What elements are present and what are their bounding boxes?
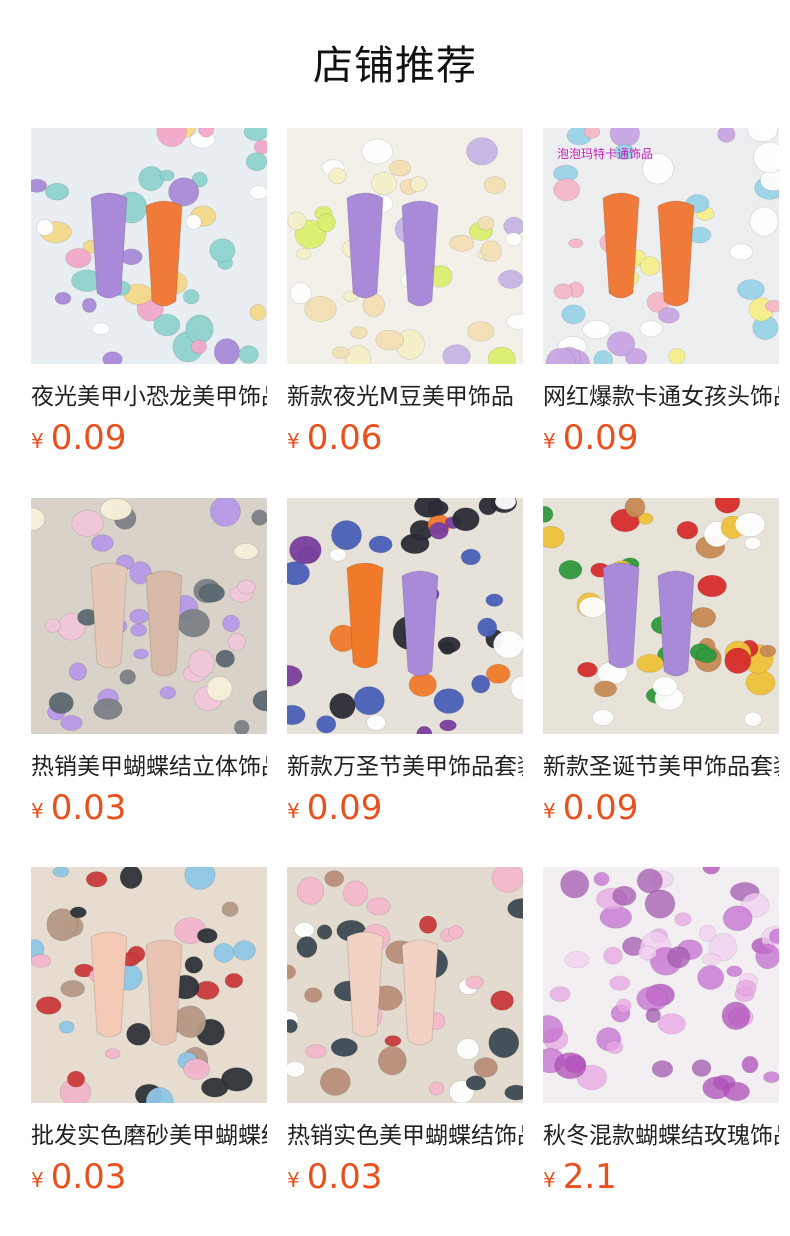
product-image[interactable] [31, 128, 267, 364]
product-title[interactable]: 新款圣诞节美甲饰品套装 [543, 752, 779, 782]
product-price: ¥0.06 [287, 418, 382, 458]
price-amount: 0.09 [562, 788, 639, 828]
currency-symbol: ¥ [287, 429, 300, 453]
price-amount: 0.09 [306, 788, 383, 828]
price-amount: 0.03 [50, 788, 127, 828]
product-card[interactable]: 秋冬混款蝴蝶结玫瑰饰品 ¥2.1 [543, 867, 779, 1197]
product-card[interactable]: 泡泡玛特卡通饰品网红爆款卡通女孩头饰品 ¥0.09 [543, 128, 779, 458]
product-card[interactable]: 夜光美甲小恐龙美甲饰品 ¥0.09 [31, 128, 267, 458]
price-amount: 0.06 [306, 418, 383, 458]
product-image[interactable]: 泡泡玛特卡通饰品 [543, 128, 779, 364]
price-amount: 0.09 [50, 418, 127, 458]
product-card[interactable]: 新款万圣节美甲饰品套装 ¥0.09 [287, 498, 523, 828]
currency-symbol: ¥ [287, 1168, 300, 1192]
product-title[interactable]: 新款万圣节美甲饰品套装 [287, 752, 523, 782]
product-price: ¥0.03 [31, 1157, 126, 1197]
product-image[interactable] [543, 867, 779, 1103]
price-amount: 2.1 [562, 1157, 617, 1197]
product-image[interactable] [287, 128, 523, 364]
product-price: ¥0.09 [543, 418, 638, 458]
product-title[interactable]: 热销美甲蝴蝶结立体饰品 [31, 752, 267, 782]
product-image[interactable] [31, 867, 267, 1103]
currency-symbol: ¥ [543, 429, 556, 453]
product-title[interactable]: 网红爆款卡通女孩头饰品 [543, 382, 779, 412]
product-price: ¥0.09 [31, 418, 126, 458]
watermark-text: 泡泡玛特卡通饰品 [557, 146, 653, 161]
currency-symbol: ¥ [543, 799, 556, 823]
product-image[interactable] [543, 498, 779, 734]
shop-recommend-title: 店铺推荐 [313, 43, 477, 89]
product-title[interactable]: 新款夜光M豆美甲饰品 [287, 382, 523, 412]
product-title[interactable]: 夜光美甲小恐龙美甲饰品 [31, 382, 267, 412]
currency-symbol: ¥ [31, 1168, 44, 1192]
product-price: ¥0.09 [543, 788, 638, 828]
product-title[interactable]: 秋冬混款蝴蝶结玫瑰饰品 [543, 1121, 779, 1151]
product-price: ¥0.09 [287, 788, 382, 828]
product-title[interactable]: 批发实色磨砂美甲蝴蝶结 [31, 1121, 267, 1151]
product-price: ¥0.03 [31, 788, 126, 828]
product-title[interactable]: 热销实色美甲蝴蝶结饰品 [287, 1121, 523, 1151]
product-card[interactable]: 热销实色美甲蝴蝶结饰品 ¥0.03 [287, 867, 523, 1197]
product-card[interactable]: 新款夜光M豆美甲饰品 ¥0.06 [287, 128, 523, 458]
currency-symbol: ¥ [31, 429, 44, 453]
product-card[interactable]: 批发实色磨砂美甲蝴蝶结 ¥0.03 [31, 867, 267, 1197]
product-card[interactable]: 新款圣诞节美甲饰品套装 ¥0.09 [543, 498, 779, 828]
product-image[interactable] [287, 867, 523, 1103]
product-price: ¥0.03 [287, 1157, 382, 1197]
price-amount: 0.03 [306, 1157, 383, 1197]
product-image[interactable] [287, 498, 523, 734]
price-amount: 0.03 [50, 1157, 127, 1197]
product-image[interactable] [31, 498, 267, 734]
currency-symbol: ¥ [543, 1168, 556, 1192]
product-price: ¥2.1 [543, 1157, 617, 1197]
currency-symbol: ¥ [287, 799, 300, 823]
product-card[interactable]: 热销美甲蝴蝶结立体饰品 ¥0.03 [31, 498, 267, 828]
currency-symbol: ¥ [31, 799, 44, 823]
price-amount: 0.09 [562, 418, 639, 458]
